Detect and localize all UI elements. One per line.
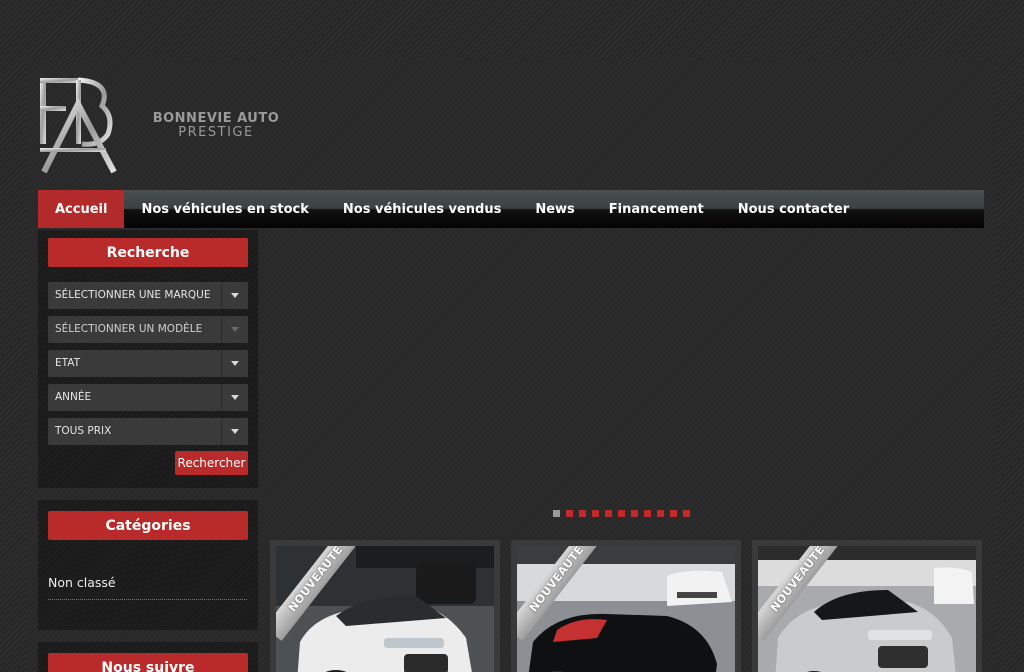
slider-dot[interactable] [631,510,638,517]
vehicle-card[interactable]: NOUVEAUTÉ [511,540,741,672]
categories-panel: Catégories Non classé [38,500,258,630]
search-panel-title: Recherche [48,238,248,267]
brand-name-text: BONNEVIE AUTO [152,111,280,126]
model-select-value: SÉLECTIONNER UN MODÈLE [55,323,203,335]
nav-item-vehicules-vendus[interactable]: Nos véhicules vendus [326,190,518,228]
brand-select[interactable]: SÉLECTIONNER UNE MARQUE [48,282,248,309]
nav-item-vehicules-stock[interactable]: Nos véhicules en stock [124,190,325,228]
follow-panel: Nous suivre [38,642,258,672]
year-select-value: ANNÉE [55,391,92,403]
chevron-down-icon [221,350,248,377]
brand-tagline: PRESTIGE [178,125,254,140]
slider-dot[interactable] [566,510,573,517]
nav-item-news[interactable]: News [518,190,591,228]
slider-dot[interactable] [670,510,677,517]
hero-slider[interactable] [270,230,984,526]
slider-dot[interactable] [605,510,612,517]
condition-select[interactable]: ETAT [48,350,248,377]
slider-dot[interactable] [657,510,664,517]
category-link[interactable]: Non classé [48,575,247,600]
chevron-down-icon [221,418,248,445]
logo-monogram-icon [40,77,117,174]
year-select[interactable]: ANNÉE [48,384,248,411]
search-panel: Recherche SÉLECTIONNER UNE MARQUE SÉLECT… [38,230,258,488]
vehicle-card[interactable]: NOUVEAUTÉ [270,540,500,672]
slider-dot[interactable] [618,510,625,517]
vehicle-photo[interactable]: NOUVEAUTÉ [517,546,735,672]
slider-pagination [553,510,690,517]
nav-item-contact[interactable]: Nous contacter [721,190,866,228]
chevron-down-icon [221,282,248,309]
slider-dot[interactable] [579,510,586,517]
model-select[interactable]: SÉLECTIONNER UN MODÈLE [48,316,248,343]
slider-dot[interactable] [683,510,690,517]
brand-select-value: SÉLECTIONNER UNE MARQUE [55,289,211,301]
slider-dot[interactable] [644,510,651,517]
slider-dot[interactable] [592,510,599,517]
price-select[interactable]: TOUS PRIX [48,418,248,445]
categories-panel-title: Catégories [48,511,248,540]
vehicle-photo[interactable]: NOUVEAUTÉ [276,546,494,672]
nav-item-accueil[interactable]: Accueil [38,190,125,228]
slider-dot[interactable] [553,510,560,517]
nav-item-financement[interactable]: Financement [592,190,721,228]
search-button[interactable]: Rechercher [175,451,248,475]
main-nav: Accueil Nos véhicules en stock Nos véhic… [38,190,984,228]
brand-name: BONNEVIE AUTO PRESTIGE [136,112,296,140]
page-frame: BONNEVIE AUTO PRESTIGE Accueil Nos véhic… [26,62,996,672]
follow-panel-title: Nous suivre [48,653,248,672]
vehicle-card[interactable]: NOUVEAUTÉ [752,540,982,672]
site-logo[interactable]: BONNEVIE AUTO PRESTIGE [38,76,298,176]
price-select-value: TOUS PRIX [55,425,112,437]
chevron-down-icon [221,316,248,343]
vehicle-photo[interactable]: NOUVEAUTÉ [758,546,976,672]
chevron-down-icon [221,384,248,411]
condition-select-value: ETAT [55,357,81,369]
